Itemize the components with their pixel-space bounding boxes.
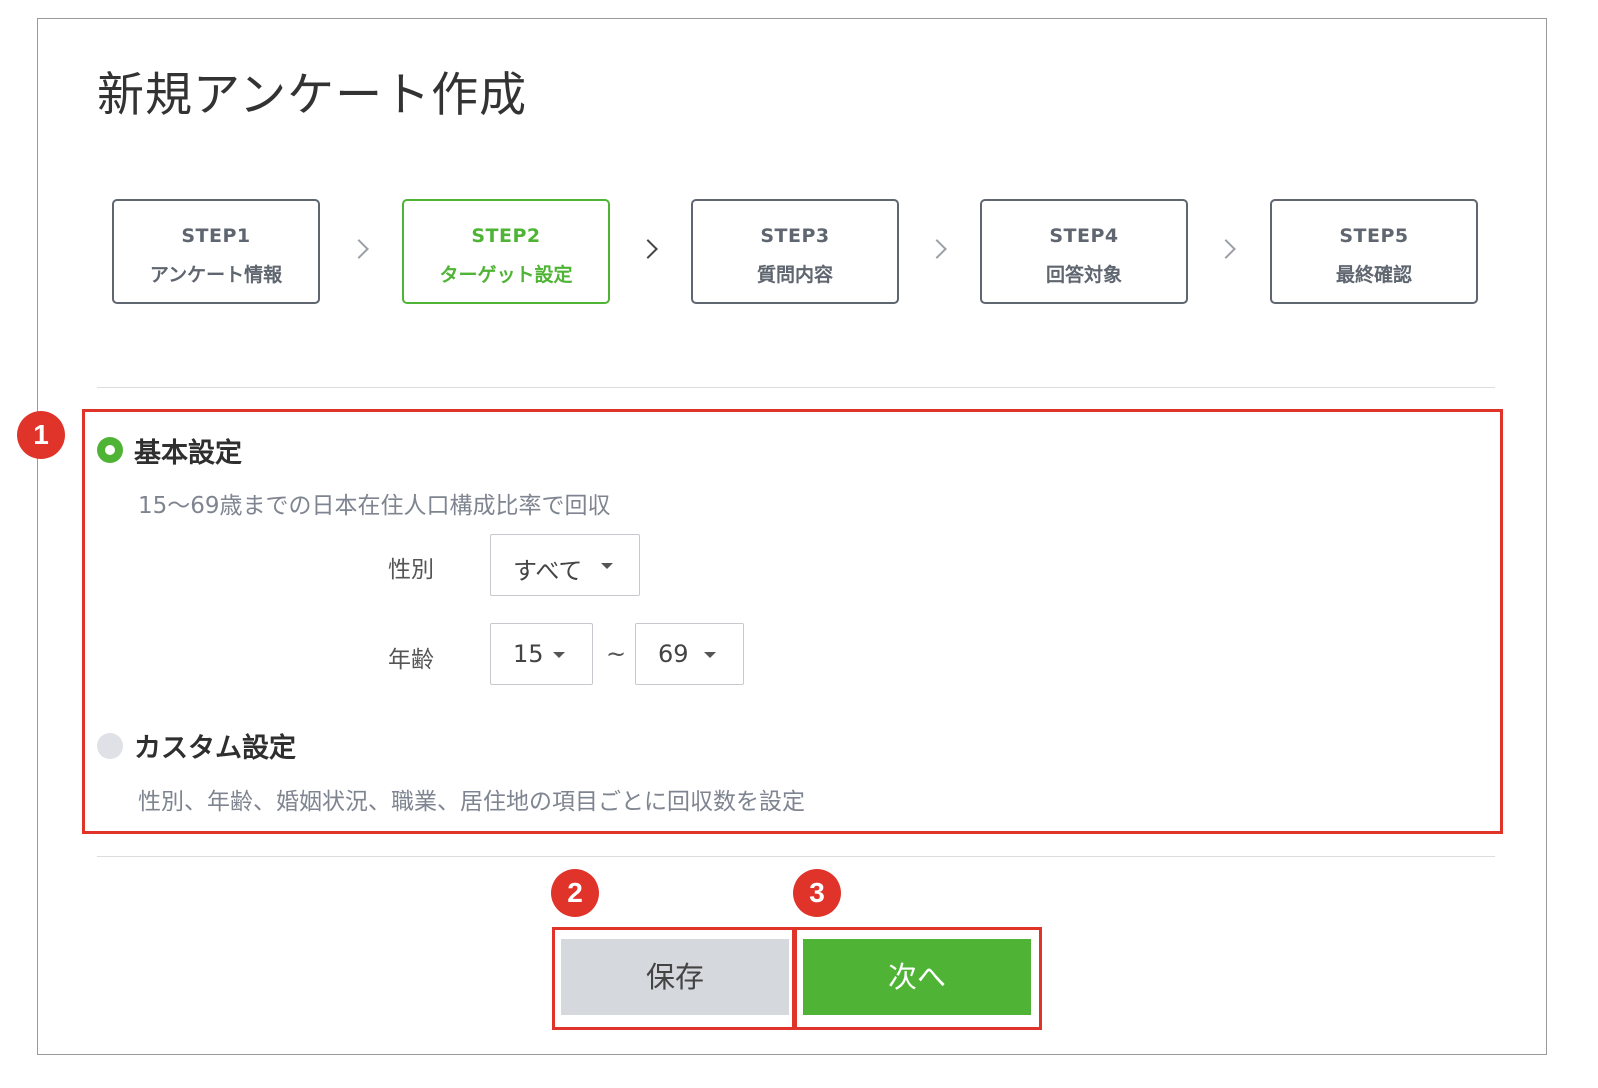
gender-select[interactable]: すべて xyxy=(490,534,640,596)
step-name: 回答対象 xyxy=(1045,264,1122,286)
gender-label: 性別 xyxy=(388,557,434,583)
annotation-badge-3: 3 xyxy=(793,869,841,917)
step-number: STEP4 xyxy=(1049,225,1119,247)
page-title: 新規アンケート作成 xyxy=(97,68,528,123)
radio-basic-setting[interactable] xyxy=(97,437,123,463)
step-number: STEP2 xyxy=(471,225,541,247)
caret-down-icon xyxy=(601,563,613,569)
step-1[interactable]: STEP1 アンケート情報 xyxy=(112,199,320,304)
step-name: アンケート情報 xyxy=(149,264,283,286)
basic-setting-title: 基本設定 xyxy=(134,438,242,469)
basic-setting-description: 15〜69歳までの日本在住人口構成比率で回収 xyxy=(138,493,611,519)
step-3[interactable]: STEP3 質問内容 xyxy=(691,199,899,304)
divider xyxy=(97,387,1495,388)
callout-next-button xyxy=(794,927,1042,1030)
custom-setting-title: カスタム設定 xyxy=(134,733,296,764)
age-label: 年齢 xyxy=(388,647,434,673)
step-name: ターゲット設定 xyxy=(439,264,573,286)
annotation-badge-1: 1 xyxy=(17,411,65,459)
step-number: STEP5 xyxy=(1339,225,1409,247)
step-name: 質問内容 xyxy=(756,264,833,286)
step-2[interactable]: STEP2 ターゲット設定 xyxy=(402,199,610,304)
step-4[interactable]: STEP4 回答対象 xyxy=(980,199,1188,304)
caret-down-icon xyxy=(704,652,716,658)
age-from-value: 15 xyxy=(513,640,544,668)
callout-target-settings xyxy=(82,409,1503,834)
divider xyxy=(97,856,1495,857)
radio-custom-setting[interactable] xyxy=(97,733,123,759)
age-range-separator: ~ xyxy=(606,640,627,668)
caret-down-icon xyxy=(553,652,565,658)
step-5[interactable]: STEP5 最終確認 xyxy=(1270,199,1478,304)
annotation-badge-2: 2 xyxy=(551,869,599,917)
custom-setting-description: 性別、年齢、婚姻状況、職業、居住地の項目ごとに回収数を設定 xyxy=(138,789,805,815)
step-name: 最終確認 xyxy=(1335,264,1412,286)
age-from-select[interactable]: 15 xyxy=(490,623,593,685)
age-to-select[interactable]: 69 xyxy=(635,623,744,685)
step-number: STEP1 xyxy=(181,225,251,247)
step-number: STEP3 xyxy=(760,225,830,247)
age-to-value: 69 xyxy=(658,640,689,668)
gender-value: すべて xyxy=(513,557,583,585)
callout-save-button xyxy=(552,927,795,1030)
